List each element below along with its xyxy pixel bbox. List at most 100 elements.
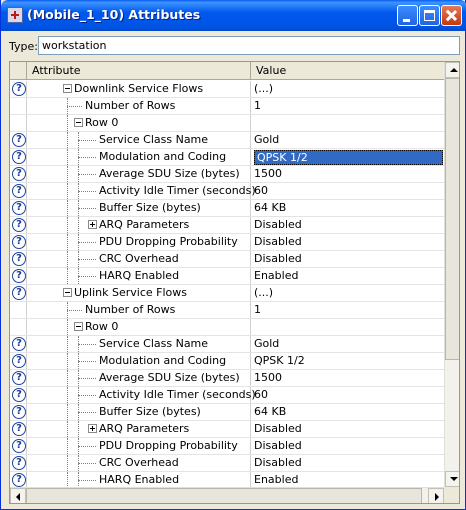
value-cell[interactable]: QPSK 1/2	[251, 149, 444, 165]
value-cell[interactable]: 1	[251, 302, 444, 318]
help-icon[interactable]: ?	[12, 337, 26, 351]
value-cell[interactable]: 60	[251, 183, 444, 199]
attribute-cell[interactable]: Average SDU Size (bytes)	[27, 166, 251, 182]
attribute-column-header[interactable]: Attribute	[27, 62, 251, 79]
value-cell[interactable]: Disabled	[251, 421, 444, 437]
scroll-down-button[interactable]	[445, 471, 459, 487]
help-icon[interactable]: ?	[12, 422, 26, 436]
help-icon[interactable]: ?	[12, 456, 26, 470]
property-row[interactable]: Row 0	[10, 319, 444, 336]
property-row[interactable]: ? Buffer Size (bytes) 64 KB	[10, 200, 444, 217]
help-icon[interactable]: ?	[12, 286, 26, 300]
attribute-cell[interactable]: Modulation and Coding	[27, 353, 251, 369]
help-icon[interactable]: ?	[12, 167, 26, 181]
value-cell[interactable]: 64 KB	[251, 404, 444, 420]
attribute-cell[interactable]: Number of Rows	[27, 98, 251, 114]
help-icon[interactable]: ?	[12, 133, 26, 147]
attribute-cell[interactable]: Modulation and Coding	[27, 149, 251, 165]
value-column-header[interactable]: Value	[251, 62, 444, 79]
vertical-scrollbar[interactable]	[444, 62, 459, 487]
help-icon[interactable]: ?	[12, 252, 26, 266]
vertical-scroll-thumb[interactable]	[445, 78, 459, 360]
attribute-cell[interactable]: Activity Idle Timer (seconds)	[27, 387, 256, 403]
value-cell[interactable]: (...)	[251, 81, 444, 97]
property-row[interactable]: ? Uplink Service Flows (...)	[10, 285, 444, 302]
minimize-button[interactable]	[397, 5, 418, 26]
value-cell[interactable]: 1500	[251, 370, 444, 386]
attribute-cell[interactable]: Uplink Service Flows	[27, 285, 251, 301]
attribute-cell[interactable]: HARQ Enabled	[27, 472, 251, 488]
value-cell[interactable]	[251, 319, 444, 335]
value-cell[interactable]: Enabled	[251, 472, 444, 488]
collapse-icon[interactable]	[74, 118, 83, 127]
attribute-cell[interactable]: PDU Dropping Probability	[27, 438, 251, 454]
collapse-icon[interactable]	[74, 322, 83, 331]
help-icon[interactable]: ?	[12, 354, 26, 368]
help-icon[interactable]: ?	[12, 473, 26, 487]
help-icon[interactable]: ?	[12, 201, 26, 215]
help-icon[interactable]: ?	[12, 388, 26, 402]
property-row[interactable]: ? Activity Idle Timer (seconds) 60	[10, 387, 444, 404]
attribute-cell[interactable]: Service Class Name	[27, 132, 251, 148]
property-row[interactable]: ? PDU Dropping Probability Disabled	[10, 438, 444, 455]
property-row[interactable]: ? Service Class Name Gold	[10, 336, 444, 353]
attribute-cell[interactable]: Buffer Size (bytes)	[27, 200, 251, 216]
scroll-left-button[interactable]	[10, 488, 26, 503]
attribute-cell[interactable]: Buffer Size (bytes)	[27, 404, 251, 420]
property-row[interactable]: ? Average SDU Size (bytes) 1500	[10, 166, 444, 183]
title-bar[interactable]: (Mobile_1_10) Attributes	[1, 0, 466, 31]
property-row[interactable]: ? PDU Dropping Probability Disabled	[10, 234, 444, 251]
attribute-cell[interactable]: Row 0	[27, 319, 251, 335]
value-cell[interactable]: Gold	[251, 132, 444, 148]
type-field[interactable]: workstation	[38, 36, 460, 55]
value-cell[interactable]	[251, 115, 444, 131]
attribute-cell[interactable]: Activity Idle Timer (seconds)	[27, 183, 256, 199]
attribute-cell[interactable]: ARQ Parameters	[27, 421, 251, 437]
help-icon[interactable]: ?	[12, 371, 26, 385]
collapse-icon[interactable]	[63, 84, 72, 93]
property-row[interactable]: ? CRC Overhead Disabled	[10, 455, 444, 472]
help-icon[interactable]: ?	[12, 184, 26, 198]
value-cell[interactable]: Disabled	[251, 438, 444, 454]
value-cell[interactable]: Disabled	[251, 251, 444, 267]
attribute-cell[interactable]: Service Class Name	[27, 336, 251, 352]
help-icon[interactable]: ?	[12, 269, 26, 283]
property-row[interactable]: ? CRC Overhead Disabled	[10, 251, 444, 268]
scroll-right-button[interactable]	[428, 488, 444, 503]
property-row[interactable]: ? Modulation and Coding QPSK 1/2	[10, 149, 444, 166]
property-row[interactable]: Row 0	[10, 115, 444, 132]
property-row[interactable]: Number of Rows 1	[10, 302, 444, 319]
attribute-cell[interactable]: Row 0	[27, 115, 251, 131]
value-cell[interactable]: (...)	[251, 285, 444, 301]
help-icon[interactable]: ?	[12, 82, 26, 96]
property-row[interactable]: ? Average SDU Size (bytes) 1500	[10, 370, 444, 387]
help-icon[interactable]: ?	[12, 235, 26, 249]
property-row[interactable]: ? HARQ Enabled Enabled	[10, 268, 444, 285]
property-row[interactable]: ? Service Class Name Gold	[10, 132, 444, 149]
help-icon[interactable]: ?	[12, 218, 26, 232]
expand-icon[interactable]	[88, 424, 97, 433]
attribute-cell[interactable]: Number of Rows	[27, 302, 251, 318]
value-cell[interactable]: 1	[251, 98, 444, 114]
expand-icon[interactable]	[88, 220, 97, 229]
property-row[interactable]: ? ARQ Parameters Disabled	[10, 217, 444, 234]
collapse-icon[interactable]	[63, 288, 72, 297]
value-cell[interactable]: Disabled	[251, 234, 444, 250]
attribute-cell[interactable]: Downlink Service Flows	[27, 81, 251, 97]
property-row[interactable]: ? ARQ Parameters Disabled	[10, 421, 444, 438]
attribute-cell[interactable]: Average SDU Size (bytes)	[27, 370, 251, 386]
value-cell[interactable]: Disabled	[251, 455, 444, 471]
help-icon[interactable]: ?	[12, 439, 26, 453]
close-button[interactable]	[441, 5, 462, 26]
property-row[interactable]: ? Modulation and Coding QPSK 1/2	[10, 353, 444, 370]
property-row[interactable]: Number of Rows 1	[10, 98, 444, 115]
value-cell[interactable]: QPSK 1/2	[251, 353, 444, 369]
value-cell[interactable]: 60	[251, 387, 444, 403]
value-cell[interactable]: 1500	[251, 166, 444, 182]
attribute-cell[interactable]: ARQ Parameters	[27, 217, 251, 233]
property-row[interactable]: ? Activity Idle Timer (seconds) 60	[10, 183, 444, 200]
attribute-cell[interactable]: CRC Overhead	[27, 251, 251, 267]
horizontal-scrollbar[interactable]	[10, 487, 444, 503]
property-row[interactable]: ? Buffer Size (bytes) 64 KB	[10, 404, 444, 421]
help-icon[interactable]: ?	[12, 405, 26, 419]
